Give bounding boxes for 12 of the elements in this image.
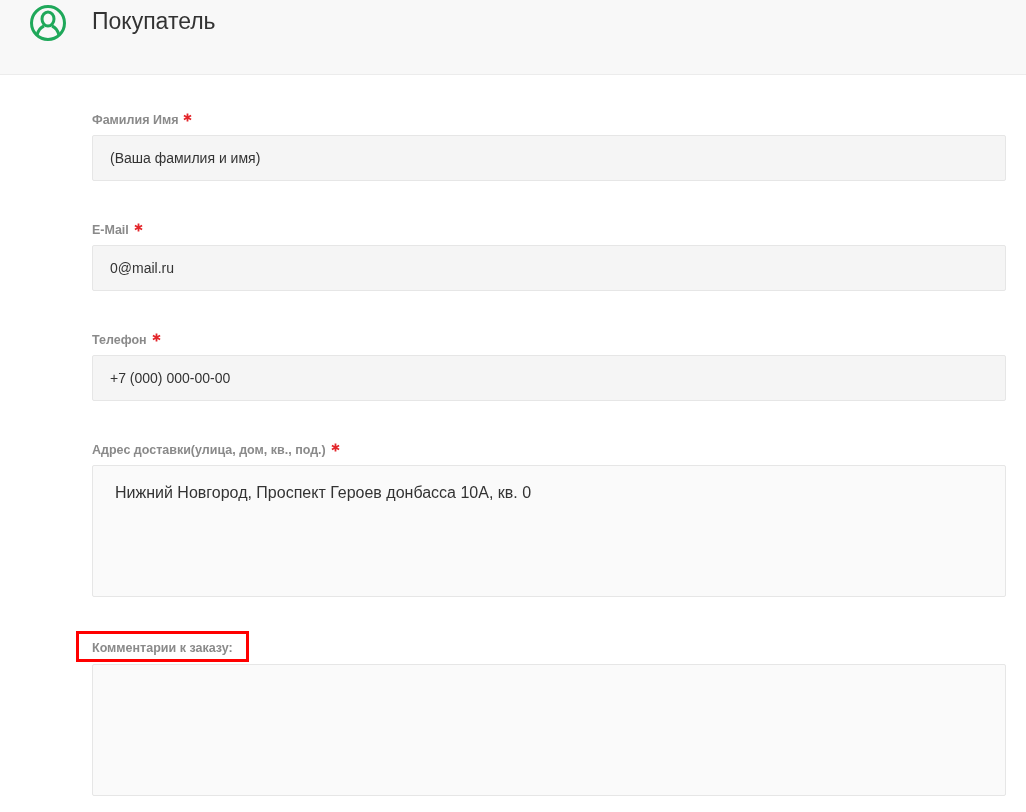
text-input-field[interactable]: +7 (000) 000-00-00 — [92, 355, 1006, 401]
user-icon — [29, 4, 67, 42]
field-label: E-Mail — [92, 222, 129, 239]
field-label: Адрес доставки(улица, дом, кв., под.) — [92, 442, 326, 459]
field-label: Телефон — [92, 332, 147, 349]
field-label: Комментарии к заказу: — [92, 640, 233, 657]
section-title: Покупатель — [92, 8, 216, 35]
textarea-field[interactable]: Нижний Новгород, Проспект Героев донбасса 10А, кв. 0 — [92, 465, 1006, 597]
textarea-field[interactable] — [92, 664, 1006, 796]
field-label: Фамилия Имя — [92, 112, 179, 129]
text-input-field[interactable]: (Ваша фамилия и имя) — [92, 135, 1006, 181]
text-input-field[interactable]: 0@mail.ru — [92, 245, 1006, 291]
